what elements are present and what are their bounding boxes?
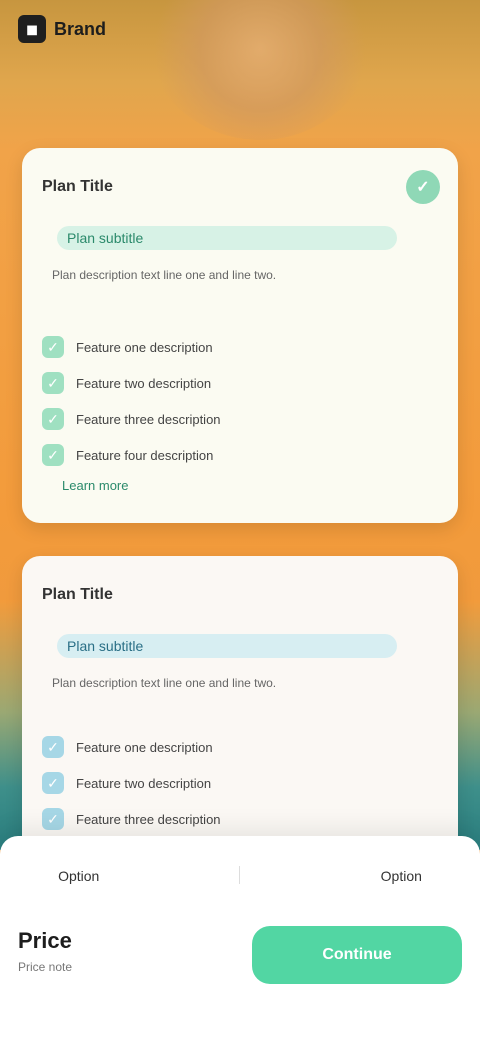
- plan-subtitle: Plan subtitle: [57, 226, 397, 250]
- feature-text: Feature two description: [76, 775, 212, 791]
- brand-icon: ◼: [18, 15, 46, 43]
- feature-text: Feature one description: [76, 739, 213, 755]
- check-icon: ✓: [42, 444, 64, 466]
- selected-badge-icon: ✓: [406, 170, 440, 204]
- tab-option-2[interactable]: Option: [381, 868, 422, 884]
- check-icon: ✓: [42, 736, 64, 758]
- feature-text: Feature four description: [76, 447, 214, 463]
- feature-item: ✓ Feature four description: [42, 444, 213, 466]
- plan-description: Plan description text line one and line …: [52, 676, 277, 690]
- plan-subtitle: Plan subtitle: [57, 634, 397, 658]
- feature-item: ✓ Feature two description: [42, 372, 211, 394]
- plan-description: Plan description text line one and line …: [52, 268, 277, 282]
- plan-card-2[interactable]: Plan Title Plan subtitle Plan descriptio…: [22, 556, 458, 856]
- price-note: Price note: [18, 960, 73, 974]
- check-icon: ✓: [42, 336, 64, 358]
- feature-text: Feature three description: [76, 811, 221, 827]
- price-text: Price: [18, 928, 72, 953]
- feature-text: Feature one description: [76, 339, 213, 355]
- bottom-sheet: Option Option Price Price note Continue: [0, 836, 480, 1040]
- check-icon: ✓: [42, 372, 64, 394]
- plan-card-1[interactable]: Plan Title ✓ Plan subtitle Plan descript…: [22, 148, 458, 523]
- feature-item: ✓ Feature three description: [42, 808, 221, 830]
- feature-item: ✓ Feature two description: [42, 772, 211, 794]
- continue-button[interactable]: Continue: [252, 926, 462, 984]
- brand-name: Brand: [54, 18, 107, 39]
- plan-title: Plan Title: [42, 178, 113, 195]
- feature-item: ✓ Feature one description: [42, 336, 213, 358]
- feature-item: ✓ Feature one description: [42, 736, 213, 758]
- price-block: Price Price note: [18, 928, 228, 988]
- check-icon: ✓: [42, 772, 64, 794]
- feature-text: Feature three description: [76, 411, 221, 427]
- check-icon: ✓: [42, 808, 64, 830]
- feature-item: ✓ Feature three description: [42, 408, 221, 430]
- check-icon: ✓: [42, 408, 64, 430]
- plan-title: Plan Title: [42, 586, 113, 603]
- learn-more-link[interactable]: Learn more: [62, 478, 128, 493]
- tab-separator: [215, 865, 264, 887]
- tab-option-1[interactable]: Option: [58, 868, 99, 884]
- brand: ◼ Brand: [18, 14, 138, 44]
- feature-text: Feature two description: [76, 375, 212, 391]
- bottom-tabs: Option Option: [0, 836, 480, 916]
